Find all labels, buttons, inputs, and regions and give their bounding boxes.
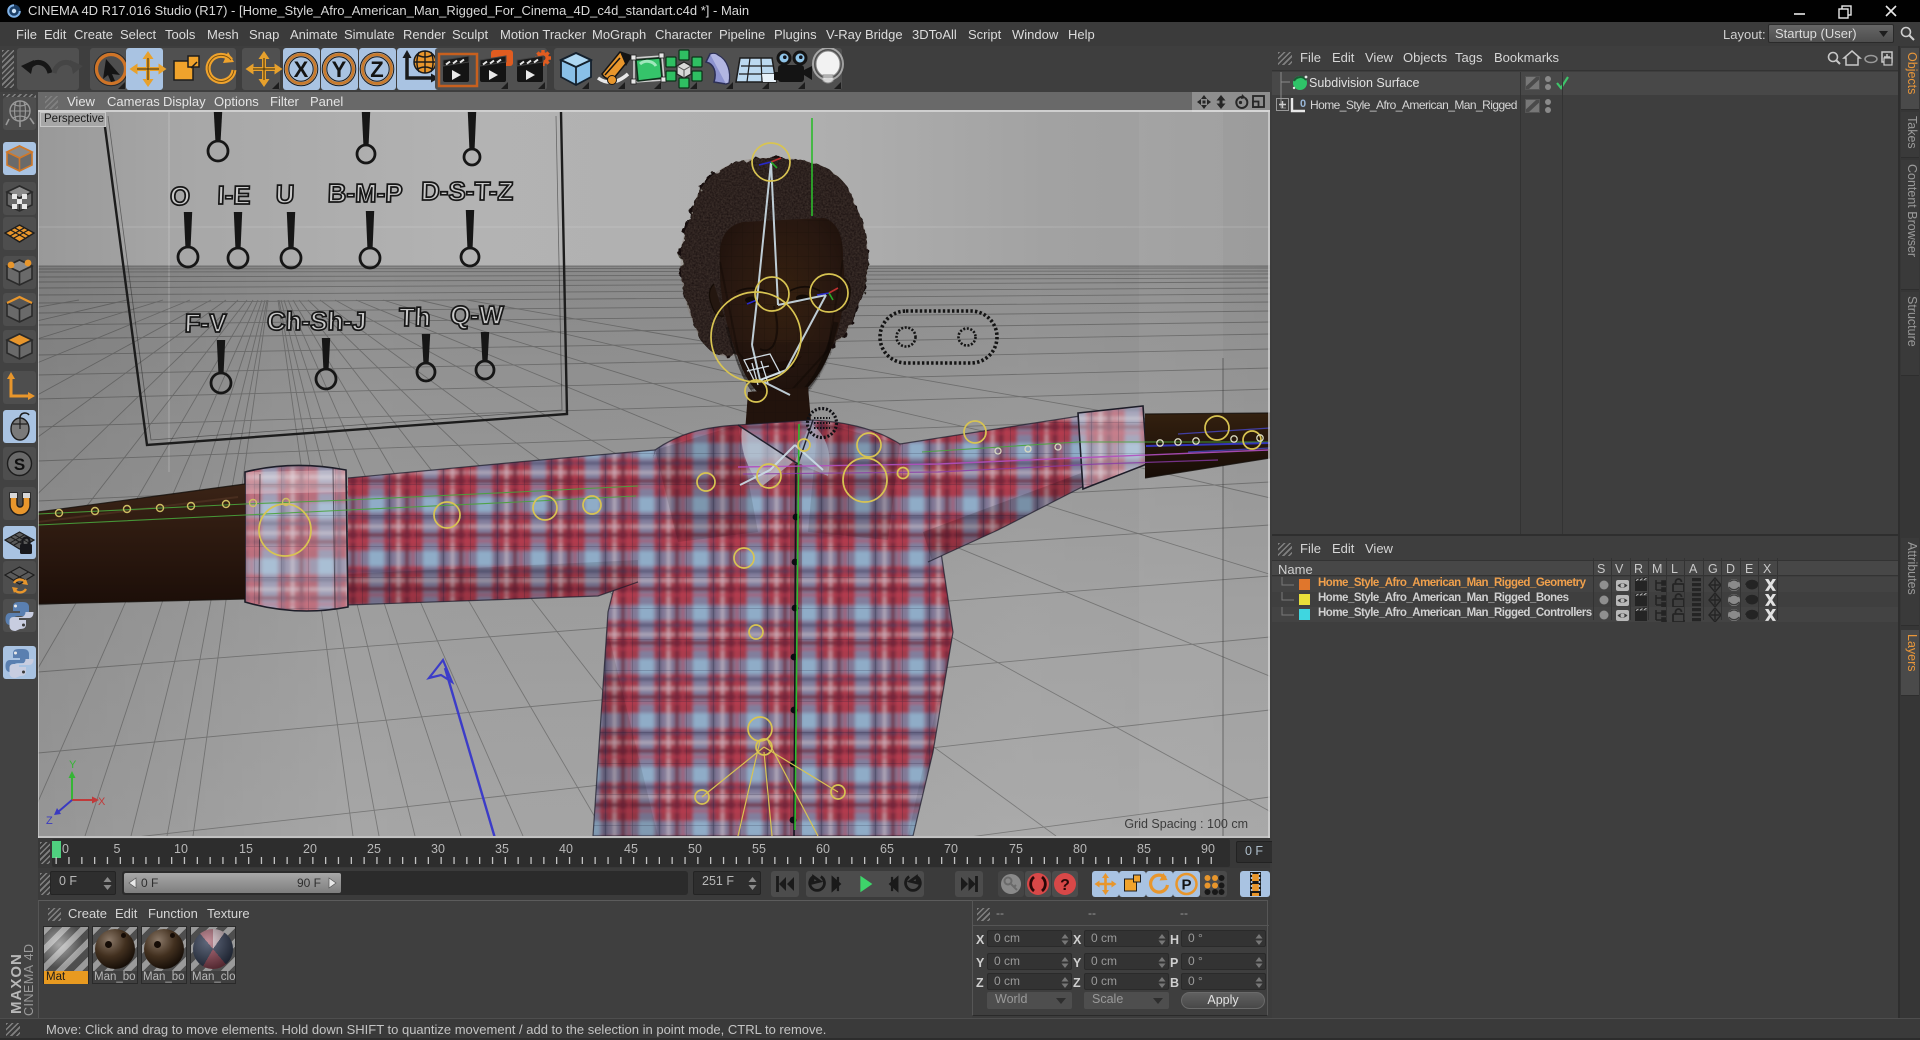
svg-text:X: X <box>294 57 309 82</box>
svg-text:X: X <box>98 796 106 808</box>
svg-text:35: 35 <box>495 842 509 856</box>
svg-text:Q-W: Q-W <box>450 300 505 330</box>
svg-text:P: P <box>1181 877 1191 894</box>
svg-text:Grid Spacing : 100 cm: Grid Spacing : 100 cm <box>1124 817 1248 831</box>
svg-text:75: 75 <box>1009 842 1023 856</box>
svg-text:45: 45 <box>624 842 638 856</box>
svg-text:85: 85 <box>1137 842 1151 856</box>
svg-text:50: 50 <box>688 842 702 856</box>
svg-text:Y: Y <box>69 759 77 771</box>
svg-text:0: 0 <box>62 842 69 856</box>
svg-text:Z: Z <box>46 815 53 827</box>
svg-text:20: 20 <box>303 842 317 856</box>
svg-text:25: 25 <box>367 842 381 856</box>
svg-text:55: 55 <box>752 842 766 856</box>
svg-text:B-M-P: B-M-P <box>327 178 403 208</box>
svg-text:Th: Th <box>398 302 431 332</box>
svg-text:Y: Y <box>332 57 347 82</box>
svg-text:5: 5 <box>114 842 121 856</box>
svg-text:80: 80 <box>1073 842 1087 856</box>
svg-text:Ch-Sh-J: Ch-Sh-J <box>266 306 367 336</box>
svg-text:65: 65 <box>880 842 894 856</box>
svg-text:15: 15 <box>239 842 253 856</box>
svg-text:I-E: I-E <box>217 180 251 210</box>
svg-text:S: S <box>14 455 25 474</box>
svg-text:Z: Z <box>370 57 383 82</box>
svg-text:40: 40 <box>559 842 573 856</box>
svg-text:F-V: F-V <box>184 308 228 338</box>
svg-text:U: U <box>275 179 295 209</box>
svg-text:60: 60 <box>816 842 830 856</box>
svg-text:0: 0 <box>1300 98 1306 110</box>
svg-text:30: 30 <box>431 842 445 856</box>
svg-text:10: 10 <box>174 842 188 856</box>
svg-text:?: ? <box>1060 877 1070 894</box>
svg-text:D-S-T-Z: D-S-T-Z <box>421 176 515 206</box>
svg-text:70: 70 <box>944 842 958 856</box>
svg-text:90: 90 <box>1201 842 1215 856</box>
svg-text:O: O <box>169 181 190 211</box>
